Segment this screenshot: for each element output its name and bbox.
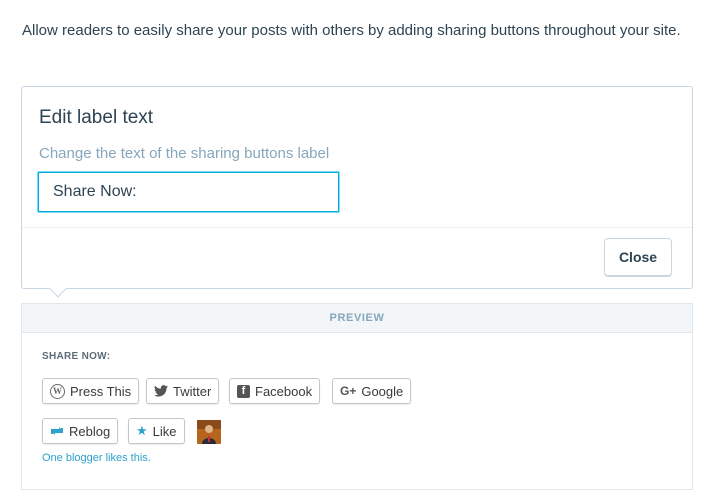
facebook-icon: f xyxy=(237,384,250,398)
share-button-label: Twitter xyxy=(173,383,212,399)
likes-text: One blogger likes this. xyxy=(42,452,151,464)
like-button[interactable]: ★ Like xyxy=(128,418,185,444)
reblog-icon xyxy=(50,425,64,437)
reblog-label: Reblog xyxy=(69,423,111,439)
editor-divider xyxy=(22,227,692,228)
share-twitter-button[interactable]: Twitter xyxy=(146,378,220,404)
twitter-icon xyxy=(154,385,168,397)
panel-pointer xyxy=(49,280,67,298)
share-button-label: Press This xyxy=(70,383,132,399)
editor-description: Change the text of the sharing buttons l… xyxy=(39,145,330,162)
preview-panel: PREVIEW SHARE NOW: W Press This Twitter … xyxy=(21,303,693,490)
star-icon: ★ xyxy=(136,423,148,438)
share-button-label: Google xyxy=(361,383,404,399)
share-press-this-button[interactable]: W Press This xyxy=(42,378,140,404)
close-button[interactable]: Close xyxy=(604,238,672,277)
share-facebook-button[interactable]: f Facebook xyxy=(229,378,321,404)
intro-text: Allow readers to easily share your posts… xyxy=(22,22,681,39)
preview-header: PREVIEW xyxy=(22,304,692,333)
edit-label-panel: Edit label text Change the text of the s… xyxy=(21,86,693,298)
reblog-button[interactable]: Reblog xyxy=(42,418,119,444)
editor-title: Edit label text xyxy=(39,107,154,128)
google-plus-icon: G+ xyxy=(340,384,357,398)
wordpress-icon: W xyxy=(50,383,65,399)
avatar[interactable] xyxy=(197,420,221,444)
share-button-label: Facebook xyxy=(255,383,313,399)
share-label: SHARE NOW: xyxy=(42,351,111,362)
label-text-input[interactable] xyxy=(38,172,339,212)
share-google-button[interactable]: G+ Google xyxy=(332,378,412,404)
like-label: Like xyxy=(152,423,177,439)
